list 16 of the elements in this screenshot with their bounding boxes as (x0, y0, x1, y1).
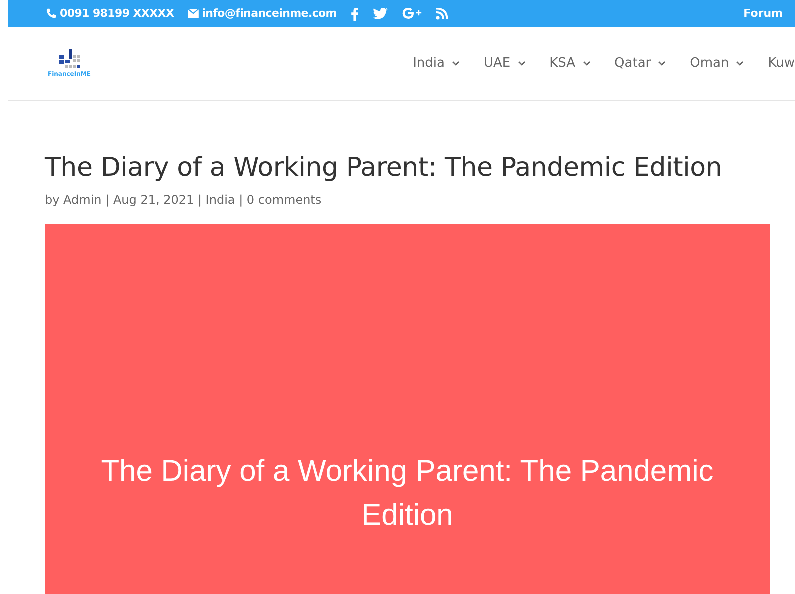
twitter-icon[interactable] (372, 8, 388, 20)
nav-menu-item[interactable]: UAE (484, 56, 526, 71)
nav-menu-item[interactable]: KSA (550, 56, 591, 71)
nav-menu-item[interactable]: Qatar (614, 56, 666, 71)
post-title: The Diary of a Working Parent: The Pandemic Edition (45, 153, 724, 183)
phone-number: 0091 98199 XXXXX (60, 7, 174, 20)
banner-title: The Diary of a Working Parent: The Pandemic Edition (100, 454, 715, 534)
facebook-icon[interactable] (350, 6, 359, 20)
envelope-icon (188, 9, 200, 18)
google-plus-icon[interactable] (402, 7, 422, 20)
nav-menu-item[interactable]: Kuw (768, 56, 795, 71)
nav-menu-item[interactable]: Oman (690, 56, 744, 71)
post-meta: by Admin | Aug 21, 2021 | India | 0 comments (45, 193, 323, 207)
nav-menu-item[interactable]: India (413, 56, 460, 71)
phone-icon (46, 8, 57, 19)
rss-icon[interactable] (436, 8, 448, 20)
